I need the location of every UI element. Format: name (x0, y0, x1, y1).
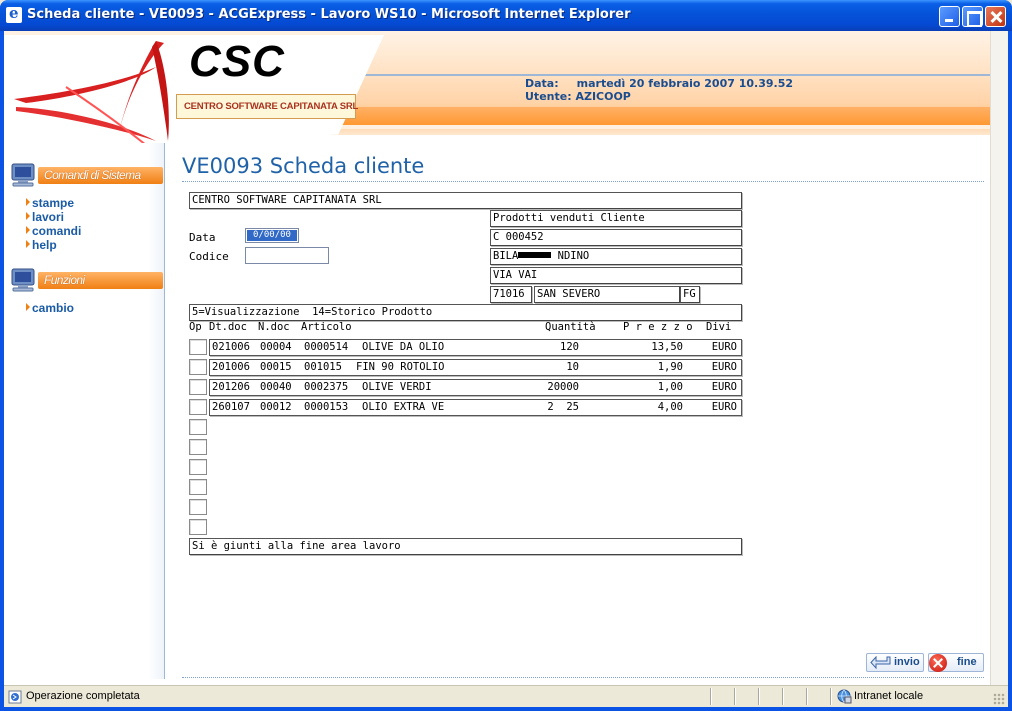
csc-logo-swoosh-icon (14, 41, 169, 146)
status-bar: Operazione completata Intranet locale (4, 685, 1008, 707)
page-content: CSC CENTRO SOFTWARE CAPITANATA SRL Data:… (4, 31, 1008, 685)
window-title: Scheda cliente - VE0093 - ACGExpress - L… (27, 7, 631, 22)
sidebar: Comandi di Sistema stampe lavori comandi… (4, 143, 165, 679)
row-option-input[interactable] (189, 499, 207, 515)
close-x-icon (929, 654, 947, 672)
client-cap: 71016 (490, 286, 532, 303)
intranet-globe-icon (837, 689, 852, 704)
client-city: SAN SEVERO (534, 286, 680, 303)
fine-button[interactable]: fine (928, 653, 984, 672)
functions-header: Funzioni (10, 268, 163, 292)
date-label: Data: (525, 77, 559, 90)
client-name: BILA NDINO (490, 248, 742, 265)
col-articolo: Articolo (301, 321, 352, 333)
maximize-button[interactable] (962, 6, 983, 27)
session-info: Data: martedì 20 febbraio 2007 10.39.52 U… (525, 77, 793, 103)
footer-message: Si è giunti alla fine area lavoro (189, 538, 742, 555)
sidebar-item-comandi[interactable]: comandi (26, 224, 81, 238)
client-code: C 000452 (490, 229, 742, 246)
col-dtdoc: Dt.doc (209, 321, 247, 333)
row-option-input[interactable] (189, 419, 207, 435)
client-province: FG (680, 286, 700, 303)
close-button[interactable] (985, 6, 1006, 27)
row-option-input[interactable] (189, 439, 207, 455)
invio-label: invio (894, 656, 920, 668)
client-address: VIA VAI (490, 267, 742, 284)
row-option-input[interactable] (189, 339, 207, 355)
row-option-input[interactable] (189, 399, 207, 415)
enter-arrow-icon (870, 656, 891, 670)
sidebar-item-lavori[interactable]: lavori (26, 210, 64, 224)
browser-window: Scheda cliente - VE0093 - ACGExpress - L… (0, 0, 1012, 711)
data-label: Data (189, 231, 216, 244)
sidebar-item-cambio[interactable]: cambio (26, 301, 74, 315)
logo-subtitle: CENTRO SOFTWARE CAPITANATA SRL (176, 94, 358, 119)
page-done-icon (8, 690, 22, 704)
sidebar-item-stampe[interactable]: stampe (26, 196, 74, 210)
system-commands-title: Comandi di Sistema (44, 168, 141, 182)
codice-input[interactable] (245, 247, 329, 264)
title-divider (182, 181, 984, 182)
minimize-button[interactable] (939, 6, 960, 27)
table-row[interactable]: 201206 00040 0002375 OLIVE VERDI 20000 1… (209, 379, 742, 396)
table-row[interactable]: 021006 00004 0000514 OLIVE DA OLIO 120 1… (209, 339, 742, 356)
fine-label: fine (957, 656, 977, 668)
table-row[interactable]: 260107 00012 0000153 OLIO EXTRA VE 2 25 … (209, 399, 742, 416)
ie-icon (6, 4, 22, 23)
functions-title: Funzioni (44, 273, 85, 287)
data-input[interactable]: 0/00/00 (245, 228, 299, 243)
sidebar-item-help[interactable]: help (26, 238, 57, 252)
col-op: Op (189, 321, 202, 333)
security-zone: Intranet locale (854, 690, 924, 702)
row-option-input[interactable] (189, 359, 207, 375)
row-option-input[interactable] (189, 379, 207, 395)
user-value: AZICOOP (575, 90, 631, 103)
logo-text: CSC (189, 37, 285, 86)
bottom-divider (182, 677, 984, 678)
col-ndoc: N.doc (258, 321, 290, 333)
resize-grip[interactable] (993, 693, 1005, 705)
row-option-input[interactable] (189, 459, 207, 475)
options-bar: 5=Visualizzazione 14=Storico Prodotto (189, 304, 742, 321)
computer-icon (11, 163, 35, 187)
col-quantita: Quantità (545, 321, 596, 333)
vertical-scrollbar[interactable] (990, 31, 1008, 685)
table-row[interactable]: 201006 00015 001015 FIN 90 ROTOLIO 10 1,… (209, 359, 742, 376)
data-input-value: 0/00/00 (247, 230, 297, 241)
col-divisa: Divi (706, 321, 732, 333)
invio-button[interactable]: invio (866, 653, 924, 672)
row-option-input[interactable] (189, 519, 207, 535)
col-prezzo: P r e z z o (623, 321, 693, 333)
computer-icon (11, 268, 35, 292)
date-value: martedì 20 febbraio 2007 10.39.52 (576, 77, 794, 90)
system-commands-header: Comandi di Sistema (10, 163, 163, 187)
user-label: Utente: (525, 90, 572, 103)
company-field: CENTRO SOFTWARE CAPITANATA SRL (189, 192, 742, 209)
status-text: Operazione completata (26, 690, 140, 702)
codice-label: Codice (189, 250, 229, 263)
page-title: VE0093 Scheda cliente (182, 154, 425, 178)
row-option-input[interactable] (189, 479, 207, 495)
section-title: Prodotti venduti Cliente (490, 210, 742, 227)
redaction-block (518, 252, 552, 258)
title-bar[interactable]: Scheda cliente - VE0093 - ACGExpress - L… (0, 0, 1012, 31)
